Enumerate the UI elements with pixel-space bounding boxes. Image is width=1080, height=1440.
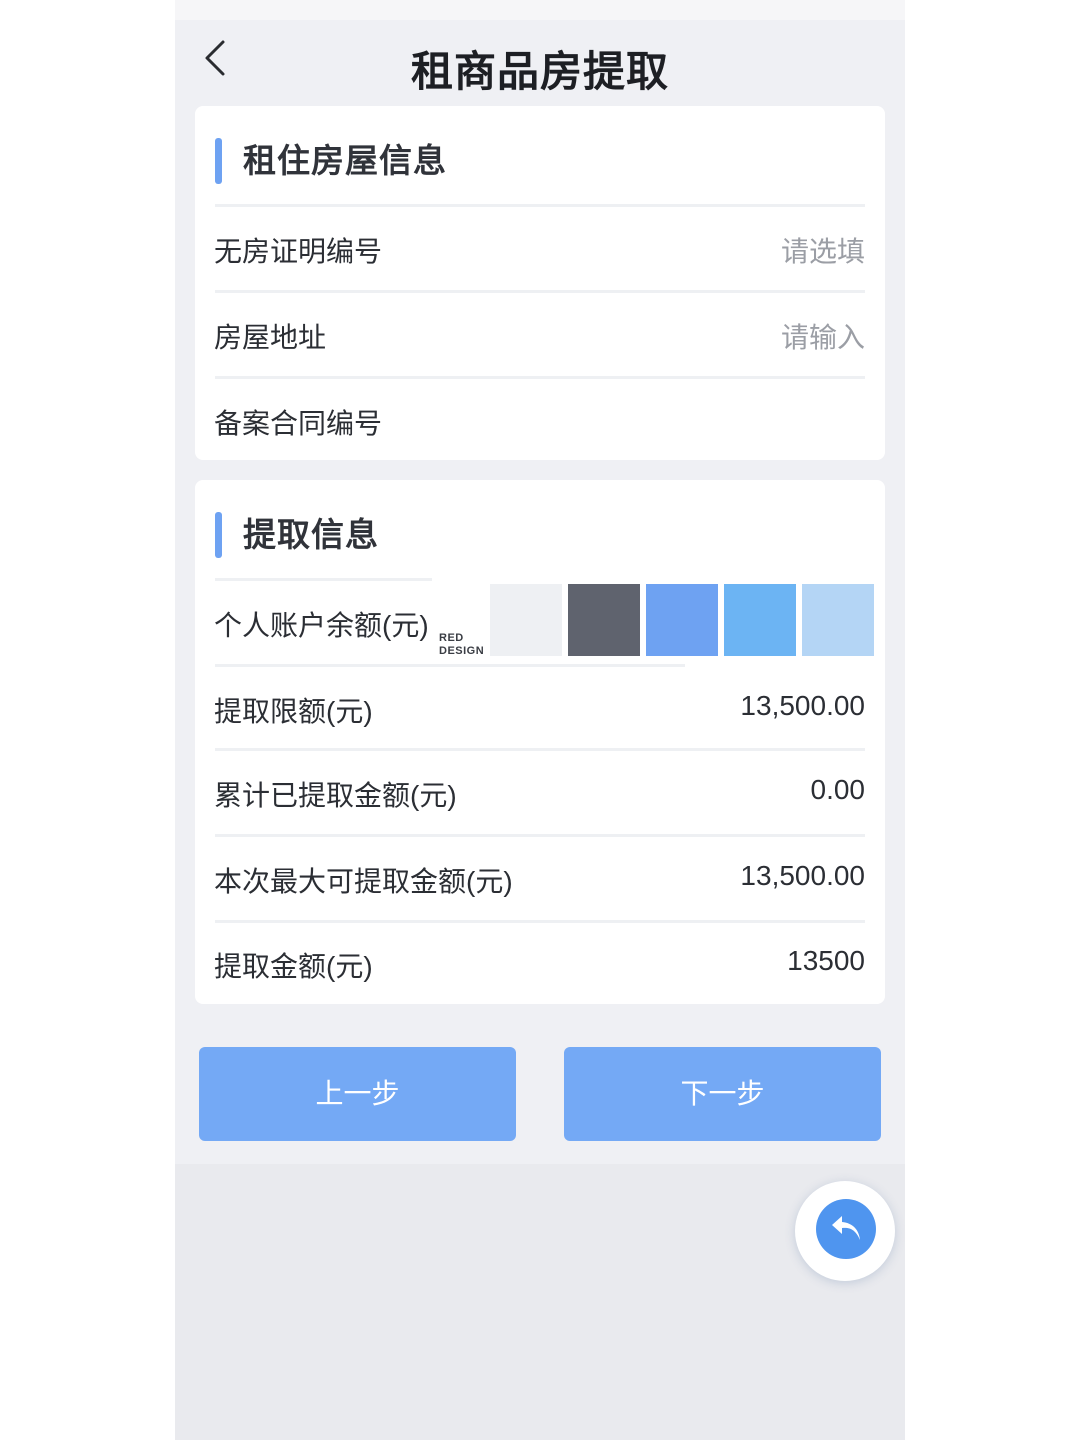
color-swatch (802, 584, 874, 656)
color-swatch (724, 584, 796, 656)
lower-background (175, 1164, 905, 1440)
no-house-certificate-input[interactable]: 请选填 (781, 230, 865, 270)
reply-icon (832, 1216, 860, 1240)
row-label: 房屋地址 (214, 322, 327, 353)
house-address-input[interactable]: 请输入 (781, 316, 865, 356)
rental-section-header: 租住房屋信息 (195, 106, 885, 204)
withdraw-amount-row[interactable]: 提取金额(元) 13500 (195, 921, 885, 1005)
brand-watermark: RED DESIGN (439, 632, 485, 657)
row-label: 无房证明编号 (214, 236, 383, 267)
status-strip (175, 0, 905, 20)
fab-circle (816, 1199, 876, 1259)
row-label: 提取限额(元) (214, 696, 373, 727)
max-withdrawable-row: 本次最大可提取金额(元) 13,500.00 (195, 836, 885, 920)
floating-return-button[interactable] (795, 1181, 895, 1281)
section-accent-bar (215, 138, 222, 184)
row-label: 备案合同编号 (214, 408, 383, 439)
next-step-button[interactable]: 下一步 (564, 1047, 881, 1141)
rental-info-card: 租住房屋信息 无房证明编号 请选填 房屋地址 请输入 备案合同编号 (195, 106, 885, 460)
no-house-certificate-row[interactable]: 无房证明编号 请选填 (195, 206, 885, 290)
color-palette-overlay (490, 584, 885, 656)
color-swatch (646, 584, 718, 656)
total-withdrawn-value: 0.00 (810, 774, 866, 805)
house-address-row[interactable]: 房屋地址 请输入 (195, 292, 885, 376)
total-withdrawn-row: 累计已提取金额(元) 0.00 (195, 750, 885, 834)
page-title: 租商品房提取 (410, 48, 669, 95)
withdraw-amount-input[interactable]: 13500 (787, 945, 865, 977)
withdraw-limit-value: 13,500.00 (740, 690, 865, 721)
withdraw-limit-row: 提取限额(元) 13,500.00 (195, 666, 885, 750)
color-swatch (568, 584, 640, 656)
row-label: 累计已提取金额(元) (214, 780, 457, 811)
withdraw-info-card: 提取信息 个人账户余额(元) RED DESIGN 提取限额(元) 13,500… (195, 480, 885, 1004)
withdraw-section-title: 提取信息 (243, 516, 379, 553)
max-withdrawable-value: 13,500.00 (740, 860, 865, 891)
section-accent-bar (215, 512, 222, 558)
row-label: 个人账户余额(元) (214, 610, 429, 641)
rental-section-title: 租住房屋信息 (243, 142, 447, 179)
row-label: 提取金额(元) (214, 951, 373, 982)
row-label: 本次最大可提取金额(元) (214, 866, 513, 897)
previous-step-button[interactable]: 上一步 (199, 1047, 516, 1141)
withdraw-section-header: 提取信息 (195, 480, 885, 578)
color-swatch (490, 584, 562, 656)
phone-screen: 租商品房提取 租住房屋信息 无房证明编号 请选填 房屋地址 请输入 备案合同编号… (175, 0, 905, 1440)
filing-contract-row[interactable]: 备案合同编号 (195, 378, 885, 462)
navigation-bar: 租商品房提取 (175, 20, 905, 106)
